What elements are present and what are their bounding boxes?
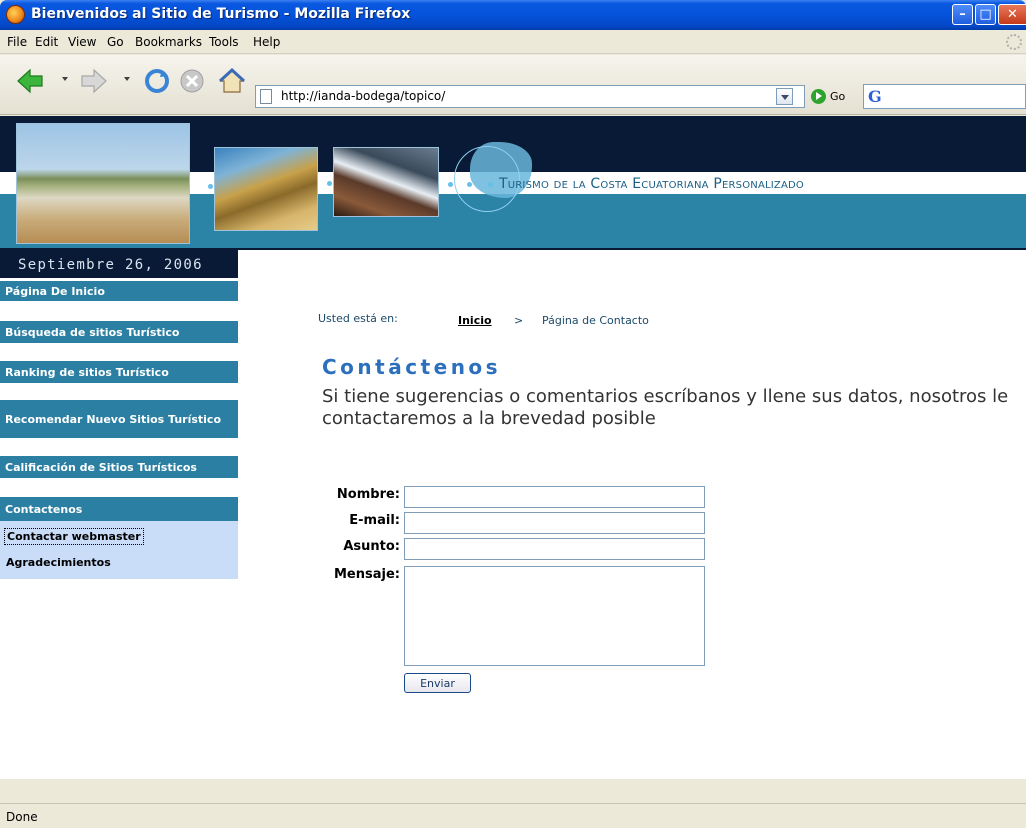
page-intro: Si tiene sugerencias o comentarios escrí… (322, 386, 1009, 429)
name-label: Nombre: (336, 487, 400, 502)
current-date: Septiembre 26, 2006 (18, 257, 203, 273)
minimize-button[interactable]: – (952, 4, 973, 25)
email-label: E-mail: (349, 513, 400, 528)
home-icon[interactable] (218, 68, 246, 94)
back-arrow-icon[interactable] (16, 68, 44, 94)
window-title: Bienvenidos al Sitio de Turismo - Mozill… (31, 6, 411, 22)
coast-rocks-photo (333, 147, 439, 217)
reload-icon[interactable] (144, 68, 170, 94)
window-title-bar[interactable]: Bienvenidos al Sitio de Turismo - Mozill… (0, 0, 1026, 30)
banner-tagline: Turismo de la Costa Ecuatoriana Personal… (499, 176, 804, 192)
decor-dot (488, 182, 493, 187)
breadcrumb-prefix: Usted está en: (318, 312, 398, 325)
breadcrumb-home-link[interactable]: Inicio (458, 314, 492, 327)
menu-file[interactable]: File (7, 35, 27, 49)
forward-arrow-icon[interactable] (80, 68, 108, 94)
menu-bookmarks[interactable]: Bookmarks (135, 35, 202, 49)
site-banner: Turismo de la Costa Ecuatoriana Personal… (0, 116, 1026, 250)
address-bar[interactable]: http://ianda-bodega/topico/ (255, 85, 805, 108)
menu-view[interactable]: View (68, 35, 96, 49)
back-history-dropdown-icon[interactable] (62, 77, 68, 81)
search-box[interactable]: G (863, 84, 1026, 109)
address-text[interactable]: http://ianda-bodega/topico/ (281, 89, 445, 103)
subject-field[interactable] (404, 538, 705, 560)
sidebar-item-ranking-sites[interactable]: Ranking de sitios Turístico (0, 361, 238, 383)
maximize-button[interactable]: □ (975, 4, 996, 25)
page-icon (260, 89, 272, 104)
sidebar-item-home[interactable]: Página De Inicio (0, 281, 238, 301)
sidebar-item-recommend-site[interactable]: Recomendar Nuevo Sitios Turístico (0, 400, 238, 438)
decor-dot (208, 184, 213, 189)
message-label: Mensaje: (334, 567, 400, 582)
close-window-button[interactable]: ✕ (998, 4, 1026, 25)
menu-go[interactable]: Go (107, 35, 124, 49)
status-text: Done (6, 810, 38, 824)
decor-dot (467, 182, 472, 187)
beach-cliff-photo (214, 147, 318, 231)
beach-people-photo (16, 123, 190, 244)
activity-throbber-icon (1006, 34, 1022, 50)
decor-dot (448, 182, 453, 187)
sidebar-item-search-sites[interactable]: Búsqueda de sitios Turístico (0, 321, 238, 343)
breadcrumb-current: Página de Contacto (542, 314, 649, 327)
menu-bar: File Edit View Go Bookmarks Tools Help (0, 30, 1026, 54)
sidebar-item-label: Búsqueda de sitios Turístico (5, 325, 180, 339)
sidebar-item-label: Página De Inicio (5, 284, 105, 298)
page-title: Contáctenos (322, 355, 502, 379)
menu-help[interactable]: Help (253, 35, 280, 49)
address-dropdown-button[interactable] (776, 88, 793, 105)
sidebar-item-contact[interactable]: Contactenos (0, 497, 238, 521)
breadcrumb-separator: > (514, 314, 524, 327)
status-bar: Done (0, 803, 1026, 828)
forward-history-dropdown-icon[interactable] (124, 77, 130, 81)
stop-icon[interactable] (179, 68, 205, 94)
contact-submenu: Contactar webmaster Agradecimientos (0, 521, 238, 579)
go-button-label[interactable]: Go (830, 90, 845, 103)
subject-label: Asunto: (343, 539, 400, 554)
google-search-icon[interactable]: G (868, 87, 882, 106)
firefox-icon (6, 5, 25, 24)
menu-edit[interactable]: Edit (35, 35, 58, 49)
decor-dot (327, 181, 332, 186)
send-button[interactable]: Enviar (404, 673, 471, 693)
page-viewport: Turismo de la Costa Ecuatoriana Personal… (0, 116, 1026, 779)
navigation-toolbar: http://ianda-bodega/topico/ Go G (0, 55, 1026, 115)
email-field[interactable] (404, 512, 705, 534)
submenu-item-acknowledgements[interactable]: Agradecimientos (4, 555, 113, 570)
sidebar-item-label: Contactenos (5, 502, 83, 516)
sidebar-item-rate-sites[interactable]: Calificación de Sitios Turísticos (0, 456, 238, 478)
submenu-item-contact-webmaster[interactable]: Contactar webmaster (4, 528, 144, 545)
message-field[interactable] (404, 566, 705, 666)
menu-tools[interactable]: Tools (209, 35, 239, 49)
sidebar-item-label: Recomendar Nuevo Sitios Turístico (5, 412, 221, 426)
sidebar-item-label: Ranking de sitios Turístico (5, 365, 169, 379)
sidebar-item-label: Calificación de Sitios Turísticos (5, 460, 197, 474)
go-icon[interactable] (811, 89, 826, 104)
name-field[interactable] (404, 486, 705, 508)
